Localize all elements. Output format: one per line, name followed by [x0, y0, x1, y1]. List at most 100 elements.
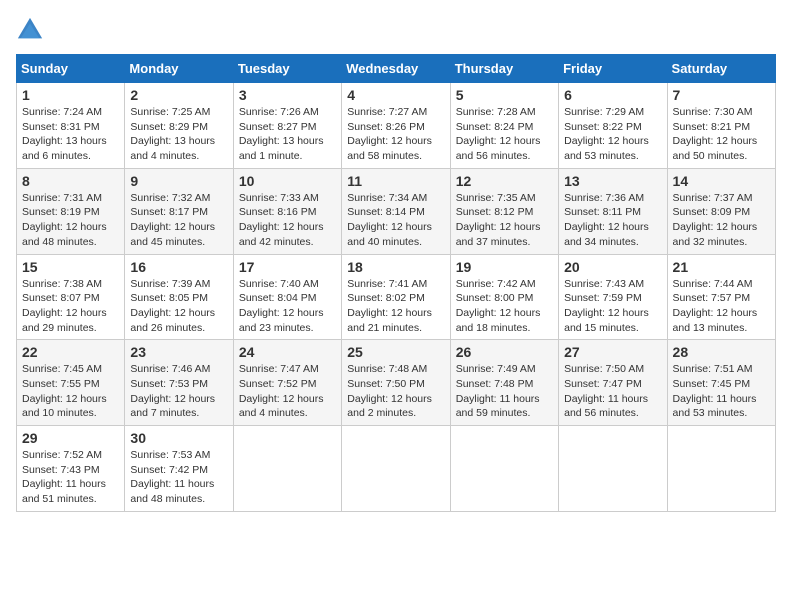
- col-header-wednesday: Wednesday: [342, 55, 450, 83]
- day-cell-30: 30 Sunrise: 7:53 AM Sunset: 7:42 PM Dayli…: [125, 426, 233, 512]
- day-cell-18: 18 Sunrise: 7:41 AM Sunset: 8:02 PM Dayli…: [342, 254, 450, 340]
- day-number: 5: [456, 87, 553, 103]
- empty-cell: [559, 426, 667, 512]
- day-number: 1: [22, 87, 119, 103]
- day-info: Sunrise: 7:28 AM Sunset: 8:24 PM Dayligh…: [456, 105, 553, 164]
- day-info: Sunrise: 7:51 AM Sunset: 7:45 PM Dayligh…: [673, 362, 770, 421]
- day-number: 10: [239, 173, 336, 189]
- logo-icon: [16, 16, 44, 44]
- day-number: 18: [347, 259, 444, 275]
- day-cell-17: 17 Sunrise: 7:40 AM Sunset: 8:04 PM Dayli…: [233, 254, 341, 340]
- day-info: Sunrise: 7:53 AM Sunset: 7:42 PM Dayligh…: [130, 448, 227, 507]
- empty-cell: [450, 426, 558, 512]
- day-cell-28: 28 Sunrise: 7:51 AM Sunset: 7:45 PM Dayli…: [667, 340, 775, 426]
- day-cell-9: 9 Sunrise: 7:32 AM Sunset: 8:17 PM Daylig…: [125, 168, 233, 254]
- day-number: 24: [239, 344, 336, 360]
- day-number: 25: [347, 344, 444, 360]
- calendar-row: 15 Sunrise: 7:38 AM Sunset: 8:07 PM Dayli…: [17, 254, 776, 340]
- day-cell-21: 21Sunrise: 7:44 AM Sunset: 7:57 PM Dayli…: [667, 254, 775, 340]
- day-cell-5: 5 Sunrise: 7:28 AM Sunset: 8:24 PM Daylig…: [450, 83, 558, 169]
- day-number: 21: [673, 259, 770, 275]
- empty-cell: [233, 426, 341, 512]
- day-info: Sunrise: 7:49 AM Sunset: 7:48 PM Dayligh…: [456, 362, 553, 421]
- day-cell-22: 22Sunrise: 7:45 AM Sunset: 7:55 PM Dayli…: [17, 340, 125, 426]
- day-cell-26: 26 Sunrise: 7:49 AM Sunset: 7:48 PM Dayli…: [450, 340, 558, 426]
- day-cell-10: 10 Sunrise: 7:33 AM Sunset: 8:16 PM Dayli…: [233, 168, 341, 254]
- day-info: Sunrise: 7:41 AM Sunset: 8:02 PM Dayligh…: [347, 277, 444, 336]
- day-number: 19: [456, 259, 553, 275]
- day-info: Sunrise: 7:26 AM Sunset: 8:27 PM Dayligh…: [239, 105, 336, 164]
- day-number: 30: [130, 430, 227, 446]
- day-number: 26: [456, 344, 553, 360]
- col-header-monday: Monday: [125, 55, 233, 83]
- day-info: Sunrise: 7:35 AM Sunset: 8:12 PM Dayligh…: [456, 191, 553, 250]
- day-info: Sunrise: 7:24 AM Sunset: 8:31 PM Dayligh…: [22, 105, 119, 164]
- day-info: Sunrise: 7:37 AM Sunset: 8:09 PM Dayligh…: [673, 191, 770, 250]
- day-info: Sunrise: 7:31 AM Sunset: 8:19 PM Dayligh…: [22, 191, 119, 250]
- day-info: Sunrise: 7:42 AM Sunset: 8:00 PM Dayligh…: [456, 277, 553, 336]
- day-info: Sunrise: 7:36 AM Sunset: 8:11 PM Dayligh…: [564, 191, 661, 250]
- day-number: 3: [239, 87, 336, 103]
- day-info: Sunrise: 7:25 AM Sunset: 8:29 PM Dayligh…: [130, 105, 227, 164]
- col-header-saturday: Saturday: [667, 55, 775, 83]
- day-info: Sunrise: 7:48 AM Sunset: 7:50 PM Dayligh…: [347, 362, 444, 421]
- day-info: Sunrise: 7:52 AM Sunset: 7:43 PM Dayligh…: [22, 448, 119, 507]
- day-cell-15: 15 Sunrise: 7:38 AM Sunset: 8:07 PM Dayli…: [17, 254, 125, 340]
- day-info: Sunrise: 7:46 AM Sunset: 7:53 PM Dayligh…: [130, 362, 227, 421]
- day-info: Sunrise: 7:39 AM Sunset: 8:05 PM Dayligh…: [130, 277, 227, 336]
- day-cell-13: 13 Sunrise: 7:36 AM Sunset: 8:11 PM Dayli…: [559, 168, 667, 254]
- day-cell-16: 16 Sunrise: 7:39 AM Sunset: 8:05 PM Dayli…: [125, 254, 233, 340]
- day-info: Sunrise: 7:50 AM Sunset: 7:47 PM Dayligh…: [564, 362, 661, 421]
- day-number: 14: [673, 173, 770, 189]
- calendar-row: 8Sunrise: 7:31 AM Sunset: 8:19 PM Daylig…: [17, 168, 776, 254]
- day-info: Sunrise: 7:27 AM Sunset: 8:26 PM Dayligh…: [347, 105, 444, 164]
- day-number: 23: [130, 344, 227, 360]
- day-number: 2: [130, 87, 227, 103]
- day-cell-24: 24 Sunrise: 7:47 AM Sunset: 7:52 PM Dayli…: [233, 340, 341, 426]
- day-number: 27: [564, 344, 661, 360]
- day-cell-19: 19 Sunrise: 7:42 AM Sunset: 8:00 PM Dayli…: [450, 254, 558, 340]
- day-info: Sunrise: 7:47 AM Sunset: 7:52 PM Dayligh…: [239, 362, 336, 421]
- day-number: 13: [564, 173, 661, 189]
- day-cell-2: 2 Sunrise: 7:25 AM Sunset: 8:29 PM Daylig…: [125, 83, 233, 169]
- day-info: Sunrise: 7:40 AM Sunset: 8:04 PM Dayligh…: [239, 277, 336, 336]
- day-cell-4: 4 Sunrise: 7:27 AM Sunset: 8:26 PM Daylig…: [342, 83, 450, 169]
- day-number: 29: [22, 430, 119, 446]
- day-number: 9: [130, 173, 227, 189]
- col-header-friday: Friday: [559, 55, 667, 83]
- header-row: SundayMondayTuesdayWednesdayThursdayFrid…: [17, 55, 776, 83]
- day-info: Sunrise: 7:32 AM Sunset: 8:17 PM Dayligh…: [130, 191, 227, 250]
- day-number: 7: [673, 87, 770, 103]
- day-number: 22: [22, 344, 119, 360]
- day-cell-29: 29 Sunrise: 7:52 AM Sunset: 7:43 PM Dayli…: [17, 426, 125, 512]
- day-number: 17: [239, 259, 336, 275]
- day-number: 16: [130, 259, 227, 275]
- day-cell-23: 23 Sunrise: 7:46 AM Sunset: 7:53 PM Dayli…: [125, 340, 233, 426]
- day-cell-7: 7Sunrise: 7:30 AM Sunset: 8:21 PM Daylig…: [667, 83, 775, 169]
- day-info: Sunrise: 7:29 AM Sunset: 8:22 PM Dayligh…: [564, 105, 661, 164]
- day-cell-1: 1 Sunrise: 7:24 AM Sunset: 8:31 PM Daylig…: [17, 83, 125, 169]
- calendar-table: SundayMondayTuesdayWednesdayThursdayFrid…: [16, 54, 776, 512]
- col-header-tuesday: Tuesday: [233, 55, 341, 83]
- day-cell-6: 6 Sunrise: 7:29 AM Sunset: 8:22 PM Daylig…: [559, 83, 667, 169]
- page-header: [16, 16, 776, 44]
- day-cell-25: 25 Sunrise: 7:48 AM Sunset: 7:50 PM Dayli…: [342, 340, 450, 426]
- calendar-row: 1 Sunrise: 7:24 AM Sunset: 8:31 PM Daylig…: [17, 83, 776, 169]
- day-number: 12: [456, 173, 553, 189]
- day-info: Sunrise: 7:33 AM Sunset: 8:16 PM Dayligh…: [239, 191, 336, 250]
- col-header-thursday: Thursday: [450, 55, 558, 83]
- day-number: 6: [564, 87, 661, 103]
- calendar-row: 22Sunrise: 7:45 AM Sunset: 7:55 PM Dayli…: [17, 340, 776, 426]
- day-number: 28: [673, 344, 770, 360]
- day-number: 11: [347, 173, 444, 189]
- empty-cell: [342, 426, 450, 512]
- empty-cell: [667, 426, 775, 512]
- day-cell-14: 14 Sunrise: 7:37 AM Sunset: 8:09 PM Dayli…: [667, 168, 775, 254]
- day-info: Sunrise: 7:34 AM Sunset: 8:14 PM Dayligh…: [347, 191, 444, 250]
- day-info: Sunrise: 7:38 AM Sunset: 8:07 PM Dayligh…: [22, 277, 119, 336]
- day-cell-11: 11 Sunrise: 7:34 AM Sunset: 8:14 PM Dayli…: [342, 168, 450, 254]
- day-number: 4: [347, 87, 444, 103]
- day-cell-12: 12 Sunrise: 7:35 AM Sunset: 8:12 PM Dayli…: [450, 168, 558, 254]
- day-cell-3: 3 Sunrise: 7:26 AM Sunset: 8:27 PM Daylig…: [233, 83, 341, 169]
- day-number: 15: [22, 259, 119, 275]
